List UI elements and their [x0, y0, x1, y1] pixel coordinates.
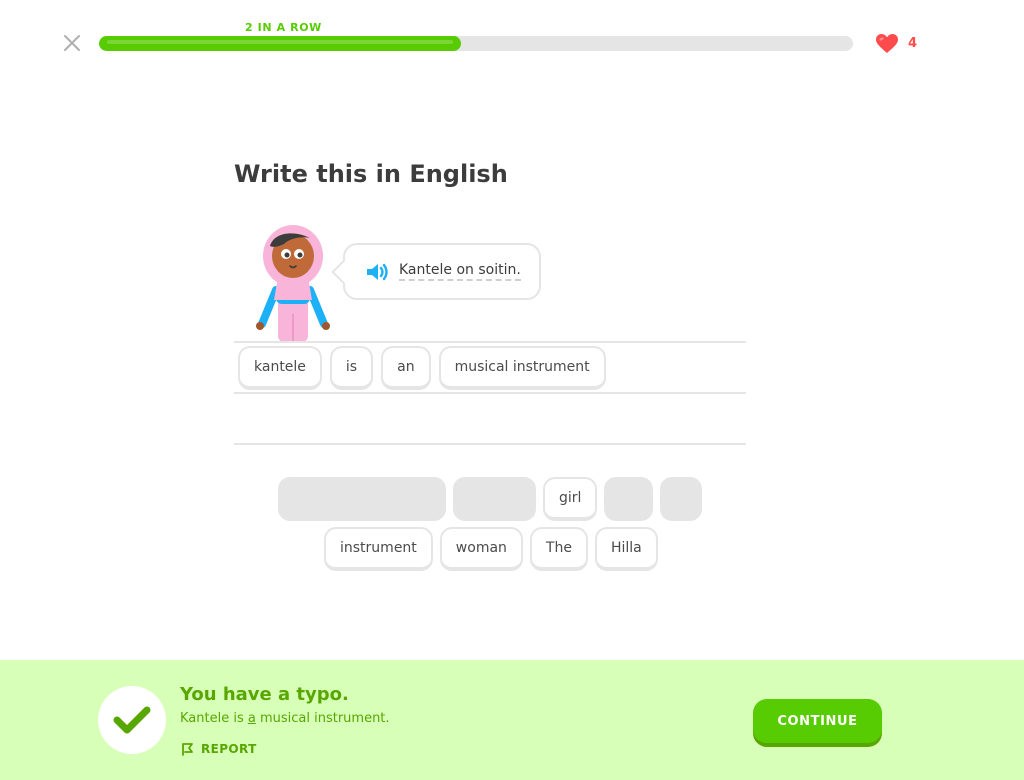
challenge-title: Write this in English	[234, 160, 508, 188]
word-bank-chip[interactable]: Hilla	[594, 527, 658, 571]
answer-line-middle	[234, 392, 746, 394]
feedback-panel: You have a typo. Kantele is a musical in…	[0, 660, 1024, 780]
used-word-slot	[660, 477, 703, 521]
heart-icon	[876, 34, 898, 53]
flag-icon	[182, 743, 193, 756]
answer-line-top	[234, 341, 746, 343]
answer-chip[interactable]: an	[381, 346, 431, 390]
correct-answer-end: musical instrument.	[255, 711, 390, 726]
used-word-slot	[278, 477, 446, 521]
speech-bubble: Kantele on soitin.	[343, 243, 541, 300]
speaker-icon[interactable]	[365, 261, 391, 283]
progress-bar-fill	[99, 36, 461, 51]
hearts-counter: 4	[875, 33, 917, 54]
word-bank-chip[interactable]: The	[529, 527, 588, 571]
used-word-slot	[604, 477, 654, 521]
word-bank-chip[interactable]: instrument	[324, 527, 433, 571]
correct-answer-highlight: a	[247, 711, 256, 726]
answer-chip[interactable]: musical instrument	[438, 346, 606, 390]
correct-answer-start: Kantele is	[180, 711, 248, 726]
check-badge	[98, 686, 166, 754]
streak-label: 2 IN A ROW	[245, 21, 322, 34]
close-button[interactable]	[62, 33, 82, 53]
correct-answer: Kantele is a musical instrument.	[180, 711, 390, 726]
answer-area: kantele is an musical instrument	[238, 346, 606, 390]
progress-bar	[99, 36, 853, 51]
word-bank-chip[interactable]: girl	[543, 477, 598, 521]
character-illustration	[254, 222, 334, 342]
close-icon[interactable]	[62, 33, 82, 53]
continue-button[interactable]: CONTINUE	[753, 699, 882, 743]
prompt-sentence[interactable]: Kantele on soitin.	[399, 262, 521, 281]
word-bank-row-2: instrument woman The Hilla	[324, 527, 658, 571]
answer-chip[interactable]: is	[329, 346, 374, 390]
feedback-title: You have a typo.	[180, 684, 349, 705]
hearts-count: 4	[908, 36, 918, 51]
report-button[interactable]: REPORT	[181, 742, 257, 756]
word-bank-row-1: girl	[278, 477, 703, 521]
word-bank-chip[interactable]: woman	[439, 527, 523, 571]
answer-line-bottom	[234, 443, 746, 445]
check-icon	[113, 706, 151, 734]
answer-chip[interactable]: kantele	[238, 346, 322, 390]
report-label: REPORT	[201, 742, 257, 756]
used-word-slot	[453, 477, 536, 521]
